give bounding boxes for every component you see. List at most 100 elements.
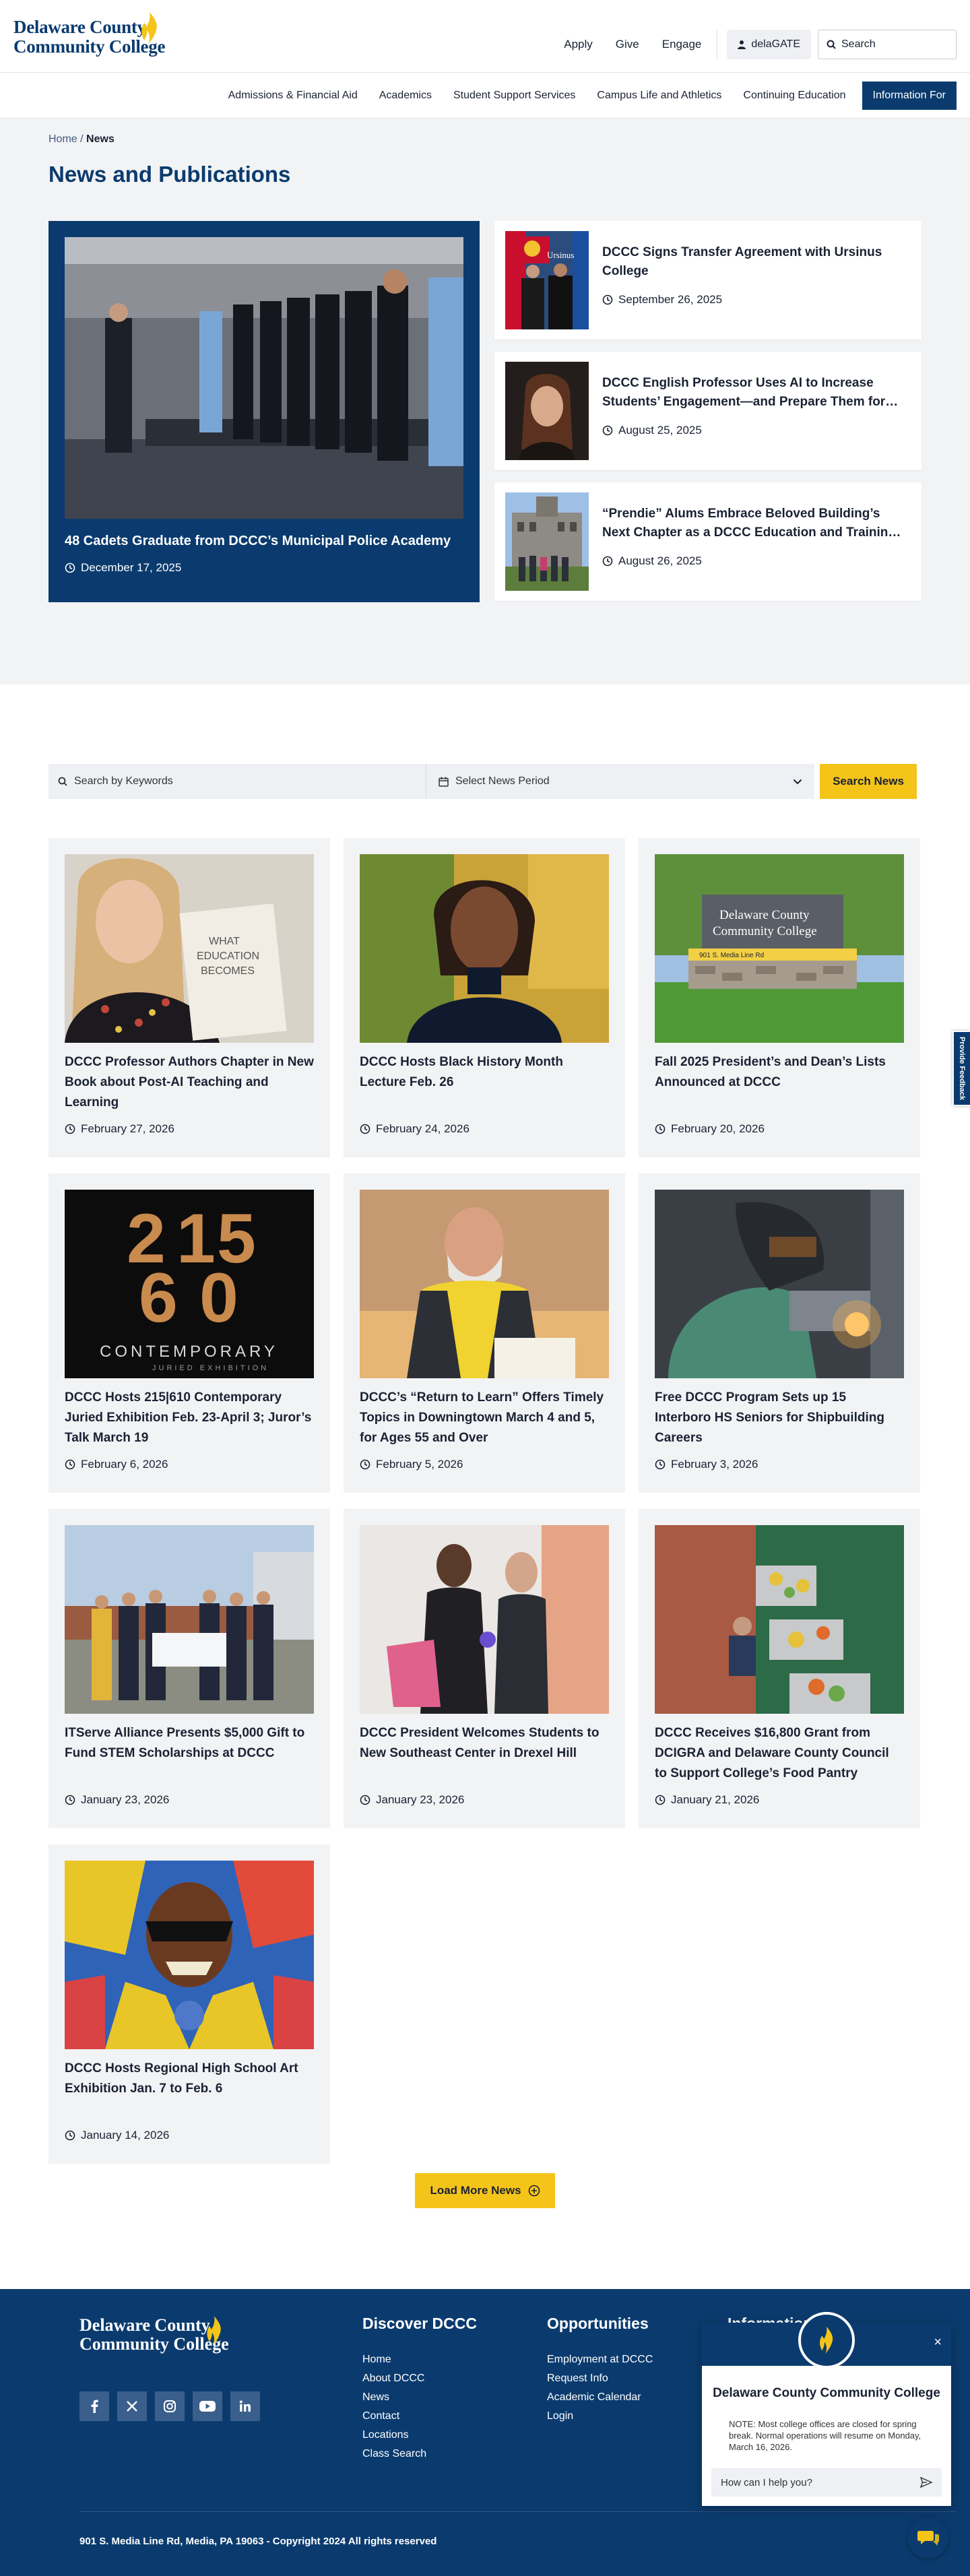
news-card-title: Fall 2025 President’s and Dean’s Lists A… <box>655 1055 886 1089</box>
news-card[interactable]: DCCC Receives $16,800 Grant from DCIGRA … <box>639 1509 920 1828</box>
delagate-button[interactable]: delaGATE <box>727 30 811 59</box>
engage-link[interactable]: Engage <box>662 38 702 51</box>
featured-photo <box>65 237 463 519</box>
news-period-select[interactable]: Select News Period <box>426 764 814 799</box>
feedback-tab[interactable]: Provide Feedback <box>952 1031 970 1106</box>
book-text-1: WHAT <box>209 936 240 947</box>
clock-icon <box>360 1124 370 1134</box>
news-card[interactable]: DCCC Hosts Black History Month Lecture F… <box>344 838 625 1157</box>
footer-link-employment[interactable]: Employment at DCCC <box>547 2350 653 2369</box>
close-icon[interactable]: × <box>934 2335 942 2350</box>
x-twitter-icon[interactable] <box>117 2391 147 2421</box>
search-news-button[interactable]: Search News <box>820 764 917 799</box>
featured-date-text: December 17, 2025 <box>81 561 182 574</box>
breadcrumb: Home / News <box>48 133 922 146</box>
chat-note: NOTE: Most college offices are closed fo… <box>729 2419 922 2452</box>
footer-link-academic-calendar[interactable]: Academic Calendar <box>547 2388 653 2407</box>
college-logo[interactable]: Delaware County Community College <box>13 9 168 65</box>
side-story[interactable]: “Prendie” Alums Embrace Beloved Building… <box>494 482 922 601</box>
footer-link-request-info[interactable]: Request Info <box>547 2369 653 2388</box>
news-card[interactable]: DCCC President Welcomes Students to New … <box>344 1509 625 1828</box>
footer-link-locations[interactable]: Locations <box>362 2426 477 2445</box>
facebook-icon[interactable] <box>79 2391 109 2421</box>
load-more-button[interactable]: Load More News <box>415 2173 555 2208</box>
plus-circle-icon <box>528 2185 540 2197</box>
instagram-icon[interactable] <box>155 2391 185 2421</box>
calendar-icon <box>439 777 449 787</box>
featured-news: 48 Cadets Graduate from DCCC’s Municipal… <box>48 221 922 602</box>
clock-icon <box>360 1795 370 1805</box>
exhibit-digit: 0 <box>199 1259 238 1337</box>
chevron-down-icon <box>793 779 802 784</box>
side-story-date: August 26, 2025 <box>602 554 911 568</box>
news-card-title: DCCC Hosts 215|610 Contemporary Juried E… <box>65 1390 312 1445</box>
footer-link-about[interactable]: About DCCC <box>362 2369 477 2388</box>
news-card-date: January 14, 2026 <box>65 2129 314 2142</box>
chat-input[interactable]: How can I help you? <box>711 2468 942 2497</box>
chat-avatar <box>798 2312 855 2369</box>
clock-icon <box>602 294 613 305</box>
news-grid: WHAT EDUCATION BECOMES DCCC Professor Au… <box>48 838 922 2164</box>
news-card-date-text: February 3, 2026 <box>671 1458 758 1471</box>
news-card[interactable]: Free DCCC Program Sets up 15 Interboro H… <box>639 1173 920 1493</box>
main-nav: Admissions & Financial Aid Academics Stu… <box>0 73 970 119</box>
send-icon[interactable] <box>920 2476 932 2488</box>
footer-link-login[interactable]: Login <box>547 2407 653 2426</box>
keyword-placeholder: Search by Keywords <box>74 775 173 787</box>
nav-campus-life[interactable]: Campus Life and Athletics <box>586 90 732 102</box>
sign-text-1: Delaware County <box>719 908 810 922</box>
opportunities-column: Opportunities Employment at DCCC Request… <box>547 2315 653 2426</box>
news-card-date-text: February 6, 2026 <box>81 1458 168 1471</box>
user-icon <box>738 40 746 49</box>
footer-link-contact[interactable]: Contact <box>362 2407 477 2426</box>
flag-text: Ursinus <box>547 250 574 260</box>
delagate-label: delaGATE <box>751 38 800 50</box>
news-card-photo <box>65 1861 314 2049</box>
load-more-label: Load More News <box>430 2184 521 2197</box>
site-search-input[interactable]: Search <box>818 30 957 59</box>
footer-link-class-search[interactable]: Class Search <box>362 2445 477 2464</box>
news-card[interactable]: WHAT EDUCATION BECOMES DCCC Professor Au… <box>48 838 330 1157</box>
news-card-date-text: February 5, 2026 <box>376 1458 463 1471</box>
side-story[interactable]: Ursinus DCCC Signs Transfer Agreement wi… <box>494 221 922 340</box>
news-card[interactable]: DCCC’s “Return to Learn” Offers Timely T… <box>344 1173 625 1493</box>
news-filter: Search by Keywords Select News Period Se… <box>48 764 917 799</box>
footer-flame-icon <box>207 2316 221 2346</box>
footer-divider <box>79 2511 955 2512</box>
chat-widget: × Delaware County Community College NOTE… <box>702 2312 951 2506</box>
linkedin-icon[interactable] <box>230 2391 260 2421</box>
nav-academics[interactable]: Academics <box>368 90 443 102</box>
side-story-date: August 25, 2025 <box>602 424 911 437</box>
footer-link-home[interactable]: Home <box>362 2350 477 2369</box>
nav-student-support[interactable]: Student Support Services <box>443 90 586 102</box>
page-title: News and Publications <box>48 162 291 187</box>
chat-launcher-button[interactable] <box>908 2518 948 2558</box>
opportunities-heading: Opportunities <box>547 2315 649 2332</box>
footer-link-news[interactable]: News <box>362 2388 477 2407</box>
side-story[interactable]: DCCC English Professor Uses AI to Increa… <box>494 352 922 470</box>
side-stories: Ursinus DCCC Signs Transfer Agreement wi… <box>494 221 922 602</box>
nav-continuing-education[interactable]: Continuing Education <box>732 90 856 102</box>
clock-icon <box>65 562 75 573</box>
news-card[interactable]: DCCC Hosts Regional High School Art Exhi… <box>48 1844 330 2164</box>
news-card-photo <box>655 1190 904 1378</box>
news-card-title: DCCC’s “Return to Learn” Offers Timely T… <box>360 1390 604 1445</box>
youtube-icon[interactable] <box>193 2391 222 2421</box>
news-card[interactable]: Delaware County Community College 901 S.… <box>639 838 920 1157</box>
news-card[interactable]: ITServe Alliance Presents $5,000 Gift to… <box>48 1509 330 1828</box>
nav-admissions[interactable]: Admissions & Financial Aid <box>218 90 368 102</box>
featured-story[interactable]: 48 Cadets Graduate from DCCC’s Municipal… <box>48 221 480 602</box>
information-for-button[interactable]: Information For <box>862 81 957 110</box>
breadcrumb-current: News <box>86 133 115 145</box>
breadcrumb-home[interactable]: Home <box>48 133 77 145</box>
news-card-photo <box>360 1525 609 1714</box>
side-story-date: September 26, 2025 <box>602 293 911 307</box>
keyword-search-input[interactable]: Search by Keywords <box>48 764 426 799</box>
site-search-placeholder: Search <box>841 38 876 50</box>
sign-plate-text: 901 S. Media Line Rd <box>699 952 764 959</box>
search-icon <box>827 40 836 49</box>
news-card[interactable]: 2 1 5 6 0 CONTEMPORARY JURIED EXHIBITION… <box>48 1173 330 1493</box>
apply-link[interactable]: Apply <box>564 38 593 51</box>
give-link[interactable]: Give <box>616 38 639 51</box>
news-card-photo: WHAT EDUCATION BECOMES <box>65 854 314 1043</box>
